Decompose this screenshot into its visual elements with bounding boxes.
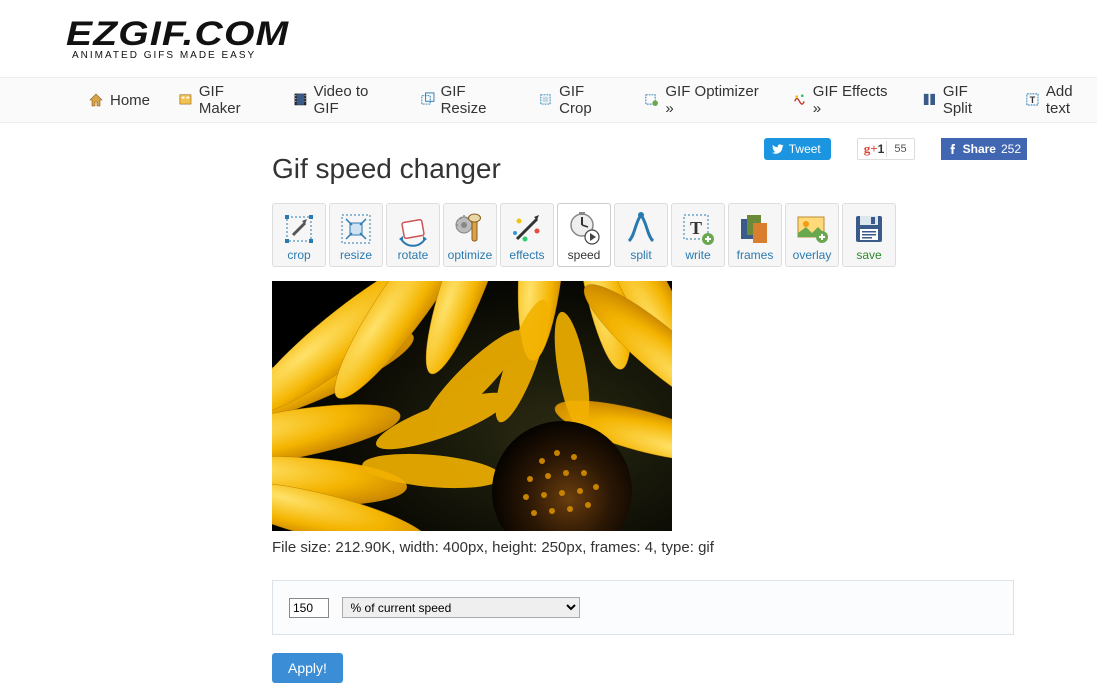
home-icon [88,92,104,108]
gplus-button[interactable]: g+1 55 [857,138,915,160]
nav-label: GIF Crop [559,83,616,117]
optimize-nav-icon [644,92,659,108]
nav-video-to-gif[interactable]: Video to GIF [293,83,392,117]
tool-split[interactable]: split [614,203,668,267]
write-icon: T [678,209,718,249]
tool-label: write [685,249,710,261]
nav-home[interactable]: Home [88,92,150,109]
effects-nav-icon [792,92,807,108]
nav-label: Video to GIF [314,83,392,117]
tool-rotate[interactable]: rotate [386,203,440,267]
split-nav-icon [922,92,937,108]
tool-speed[interactable]: speed [557,203,611,267]
nav-label: GIF Split [943,83,997,117]
save-icon [849,209,889,249]
tool-write[interactable]: T write [671,203,725,267]
tool-optimize[interactable]: optimize [443,203,497,267]
tool-save[interactable]: save [842,203,896,267]
gif-preview [272,281,672,531]
tool-label: rotate [398,249,429,261]
nav-label: Add text [1046,83,1097,117]
crop-icon [279,209,319,249]
tool-crop[interactable]: crop [272,203,326,267]
frames-icon [735,209,775,249]
nav-add-text[interactable]: T Add text [1025,83,1097,117]
fb-count: 252 [1001,142,1021,156]
fb-share-button[interactable]: Share 252 [941,138,1027,160]
nav-gif-effects[interactable]: GIF Effects » [792,83,894,117]
tool-label: effects [509,249,544,261]
tweet-label: Tweet [789,142,821,156]
maker-icon [178,92,193,108]
tool-label: overlay [793,249,832,261]
gplus-icon: g+1 [858,139,887,159]
resize-tool-icon [336,209,376,249]
apply-button[interactable]: Apply! [272,653,343,683]
twitter-icon [772,143,784,155]
nav-label: GIF Optimizer » [665,83,764,117]
tool-label: resize [340,249,372,261]
tool-effects[interactable]: effects [500,203,554,267]
facebook-icon [947,143,959,155]
main-content: Gif speed changer crop resize rotate opt… [0,123,1020,683]
optimize-icon [450,209,490,249]
svg-text:T: T [1030,95,1036,105]
nav-label: GIF Effects » [813,83,894,117]
svg-text:T: T [690,218,702,238]
tool-toolbar: crop resize rotate optimize effects spee… [272,203,1020,267]
film-icon [293,92,308,108]
tool-frames[interactable]: frames [728,203,782,267]
crop-nav-icon [538,92,553,108]
tool-label: frames [737,249,774,261]
share-row: Tweet g+1 55 Share 252 [764,138,1027,160]
speed-form: % of current speed [272,580,1014,635]
tool-overlay[interactable]: overlay [785,203,839,267]
nav-label: Home [110,92,150,109]
nav-label: GIF Maker [199,83,265,117]
nav-gif-optimizer[interactable]: GIF Optimizer » [644,83,763,117]
nav-label: GIF Resize [441,83,511,117]
tool-resize[interactable]: resize [329,203,383,267]
gplus-count: 55 [886,141,913,157]
logo-main-text: EZGIF.COM [66,15,1097,54]
nav-gif-crop[interactable]: GIF Crop [538,83,616,117]
resize-icon [420,92,435,108]
tool-label: save [856,249,881,261]
tool-label: speed [568,249,601,261]
split-icon [621,209,661,249]
site-logo[interactable]: EZGIF.COM ANIMATED GIFS MADE EASY [0,0,1097,69]
text-nav-icon: T [1025,92,1040,108]
tool-label: crop [287,249,310,261]
tool-label: split [630,249,651,261]
speed-icon [564,209,604,249]
speed-unit-select[interactable]: % of current speed [342,597,580,618]
effects-icon [507,209,547,249]
main-nav: Home GIF Maker Video to GIF GIF Resize G… [0,77,1097,123]
speed-value-input[interactable] [289,598,329,618]
file-info: File size: 212.90K, width: 400px, height… [272,539,1020,556]
fb-label: Share [963,142,996,156]
nav-gif-maker[interactable]: GIF Maker [178,83,265,117]
overlay-icon [792,209,832,249]
nav-gif-split[interactable]: GIF Split [922,83,997,117]
tool-label: optimize [448,249,493,261]
tweet-button[interactable]: Tweet [764,138,831,160]
rotate-icon [393,209,433,249]
nav-gif-resize[interactable]: GIF Resize [420,83,511,117]
